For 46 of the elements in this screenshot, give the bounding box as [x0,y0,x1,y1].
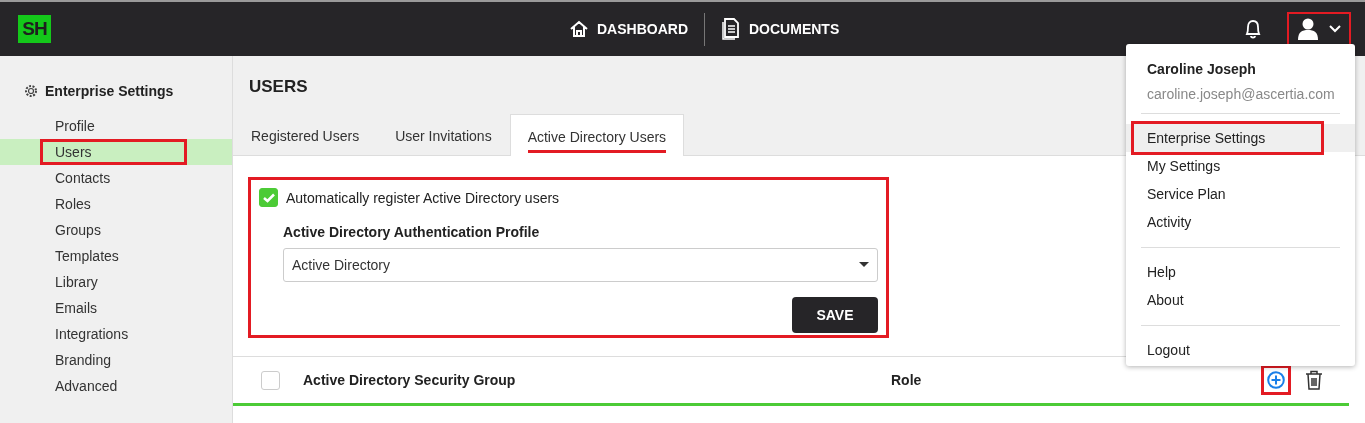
field-label: Active Directory Authentication Profile [283,224,541,240]
sidebar-item[interactable]: Contacts [0,165,232,191]
tab[interactable]: User Invitations [377,114,510,156]
user-name: Caroline Joseph [1147,61,1257,77]
menu-item[interactable]: Enterprise Settings [1126,124,1355,152]
tab[interactable]: Active Directory Users [509,114,685,156]
menu-item[interactable]: Activity [1126,208,1355,236]
document-icon [721,18,741,40]
chevron-down-icon [1329,25,1341,33]
page-title: USERS [249,77,308,97]
caret-icon [859,262,869,268]
save-button[interactable]: SAVE [792,297,878,333]
profile-dropdown[interactable]: Active Directory [283,248,878,282]
plus-circle-icon [1267,371,1285,389]
sidebar-item[interactable]: Branding [0,347,232,373]
trash-icon [1305,370,1323,390]
nav-link[interactable]: DOCUMENTS [705,18,856,40]
menu-item[interactable]: Logout [1126,336,1355,364]
menu-item[interactable]: About [1126,286,1355,314]
gear-icon [23,83,39,99]
sidebar-item[interactable]: Profile [0,113,232,139]
sidebar-item[interactable]: Integrations [0,321,232,347]
user-icon [1297,18,1319,40]
sidebar-item[interactable]: Groups [0,217,232,243]
column-header: Active Directory Security Group [303,372,517,388]
tab[interactable]: Registered Users [233,114,378,156]
sidebar-item[interactable]: Library [0,269,232,295]
checkbox-label: Automatically register Active Directory users [286,189,560,206]
user-email: caroline.joseph@ascertia.com [1147,86,1336,102]
menu-item[interactable]: Help [1126,258,1355,286]
menu-item[interactable]: My Settings [1126,152,1355,180]
sidebar-item[interactable]: Templates [0,243,232,269]
sidebar-item[interactable]: Advanced [0,373,232,399]
bell-icon [1243,18,1263,40]
column-header: Role [891,372,922,388]
check-icon [262,192,275,203]
sidebar-title: Enterprise Settings [45,83,174,99]
home-icon [569,19,589,39]
select-all-checkbox[interactable] [261,370,280,390]
sidebar-item[interactable]: Roles [0,191,232,217]
checkbox[interactable] [259,188,278,207]
menu-item[interactable]: Service Plan [1126,180,1355,208]
sidebar-item[interactable]: Users [0,139,232,165]
logo: SH [18,15,51,43]
sidebar-item[interactable]: Emails [0,295,232,321]
nav-link[interactable]: DASHBOARD [553,19,704,39]
